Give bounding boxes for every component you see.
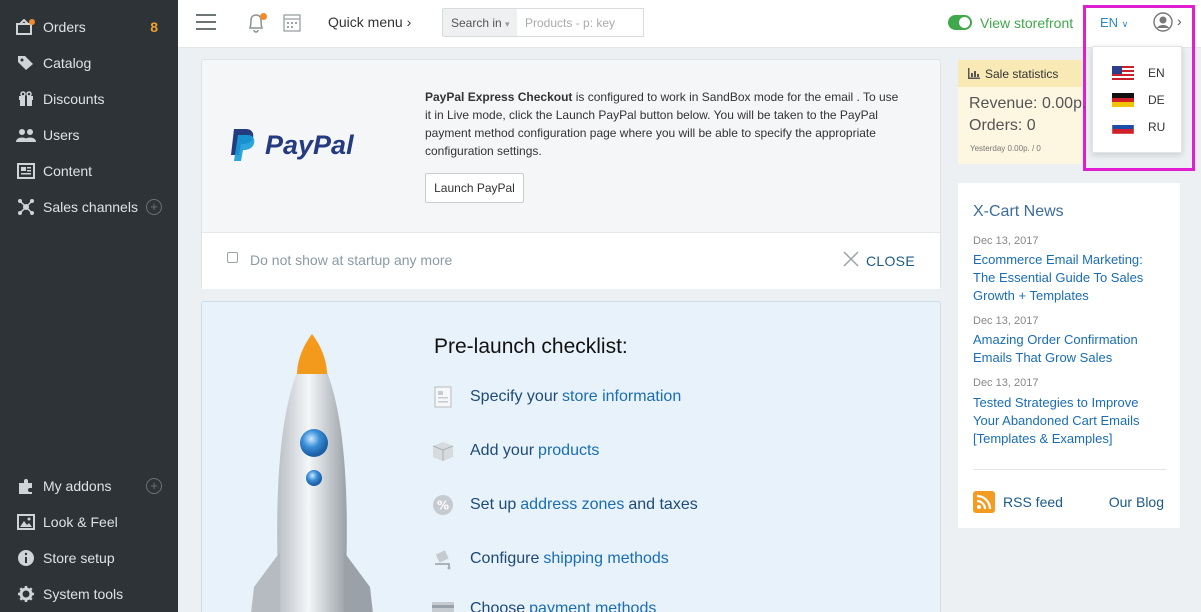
view-storefront-link[interactable]: View storefront xyxy=(980,15,1073,31)
news-title: X-Cart News xyxy=(973,203,1064,220)
sidebar-item-orders[interactable]: Orders 8 xyxy=(0,9,178,45)
us-flag-icon xyxy=(1112,66,1134,80)
search-in-select[interactable]: Search in ▾ xyxy=(442,8,518,37)
gift-icon xyxy=(16,91,36,107)
paypal-footer: Do not show at startup any more CLOSE xyxy=(202,232,940,289)
checklist-item-payment[interactable]: Choose payment methods xyxy=(430,597,660,612)
share-icon xyxy=(16,199,36,215)
sidebar-item-store-setup[interactable]: Store setup xyxy=(0,540,178,576)
checklist-item-shipping[interactable]: Configure shipping methods xyxy=(430,547,673,571)
sidebar-item-label: Catalog xyxy=(43,55,92,71)
language-option-en[interactable]: EN xyxy=(1093,61,1183,85)
sidebar-item-discounts[interactable]: Discounts xyxy=(0,81,178,117)
sidebar-item-label: Content xyxy=(43,163,93,179)
add-addon-button[interactable]: + xyxy=(146,478,162,494)
percent-icon: % xyxy=(430,494,456,516)
sidebar-item-label: Users xyxy=(43,127,80,143)
calendar-icon[interactable] xyxy=(283,13,301,32)
storefront-toggle[interactable] xyxy=(948,15,972,30)
checklist-title: Pre-launch checklist: xyxy=(434,335,628,358)
language-dropdown: EN DE RU xyxy=(1092,46,1182,153)
rocket-illustration xyxy=(251,334,373,612)
top-bar: Quick menu › Search in ▾ Products - p: k… xyxy=(178,0,1201,48)
users-icon xyxy=(16,127,36,143)
orders-icon xyxy=(16,19,36,35)
hamburger-menu-icon[interactable] xyxy=(196,14,216,30)
notifications-bell-icon[interactable] xyxy=(246,12,267,34)
info-icon xyxy=(16,550,36,566)
launch-paypal-button[interactable]: Launch PayPal xyxy=(425,173,524,203)
sidebar-item-label: Sales channels xyxy=(43,199,138,215)
news-link[interactable]: Amazing Order Confirmation Emails That G… xyxy=(973,331,1163,367)
news-date: Dec 13, 2017 xyxy=(973,235,1039,247)
search-input[interactable]: Products - p: key xyxy=(517,8,644,37)
svg-text:%: % xyxy=(437,499,449,513)
sidebar-item-label: Orders xyxy=(43,19,86,35)
yesterday-summary: Yesterday 0.00p. / 0 xyxy=(970,144,1041,153)
puzzle-icon xyxy=(16,478,36,494)
card-icon xyxy=(430,598,456,612)
checklist-item-zones-taxes[interactable]: % Set up address zones and taxes xyxy=(430,493,698,517)
ru-flag-icon xyxy=(1112,120,1134,134)
content-icon xyxy=(16,163,36,179)
paypal-panel: PayPal PayPal Express Checkout is config… xyxy=(201,59,941,289)
sidebar-item-system-tools[interactable]: System tools xyxy=(0,576,178,612)
sidebar-item-look-feel[interactable]: Look & Feel xyxy=(0,504,178,540)
divider xyxy=(973,469,1166,470)
orders-count-badge: 8 xyxy=(150,19,158,35)
gear-icon xyxy=(16,586,36,602)
revenue-value: Revenue: 0.00p. xyxy=(969,95,1087,112)
news-date: Dec 13, 2017 xyxy=(973,315,1039,327)
paypal-logo: PayPal xyxy=(228,128,354,162)
our-blog-link[interactable]: Our Blog xyxy=(1109,494,1164,510)
news-date: Dec 13, 2017 xyxy=(973,377,1039,389)
paypal-description: PayPal Express Checkout is configured to… xyxy=(425,90,899,158)
checklist-item-products[interactable]: Add your products xyxy=(430,439,603,463)
caret-down-icon: ▾ xyxy=(505,19,510,29)
news-link[interactable]: Ecommerce Email Marketing: The Essential… xyxy=(973,251,1163,305)
sidebar-item-label: My addons xyxy=(43,478,112,494)
paypal-p-icon xyxy=(231,129,255,161)
language-option-de[interactable]: DE xyxy=(1093,88,1183,112)
sidebar-item-users[interactable]: Users xyxy=(0,117,178,153)
orders-value: Orders: 0 xyxy=(969,117,1036,134)
rss-feed-link[interactable]: RSS feed xyxy=(1003,494,1063,510)
bar-chart-icon xyxy=(968,68,980,79)
sidebar-item-catalog[interactable]: Catalog xyxy=(0,45,178,81)
sidebar-item-sales-channels[interactable]: Sales channels + xyxy=(0,189,178,225)
close-icon[interactable] xyxy=(842,250,860,268)
shipping-icon xyxy=(430,548,456,570)
sidebar-item-label: System tools xyxy=(43,586,124,602)
sale-statistics: Sale statistics Revenue: 0.00p. Orders: … xyxy=(958,60,1086,164)
close-button[interactable]: CLOSE xyxy=(866,253,915,269)
rss-icon[interactable] xyxy=(973,491,995,513)
de-flag-icon xyxy=(1112,93,1134,107)
image-icon xyxy=(16,514,36,530)
language-option-ru[interactable]: RU xyxy=(1093,115,1183,139)
quick-menu-button[interactable]: Quick menu › xyxy=(328,14,411,30)
sidebar-item-label: Look & Feel xyxy=(43,514,118,530)
sidebar: Orders 8 Catalog Discounts Users Content… xyxy=(0,0,178,612)
sidebar-item-content[interactable]: Content xyxy=(0,153,178,189)
news-panel: X-Cart News Dec 13, 2017 Ecommerce Email… xyxy=(958,183,1180,528)
add-sales-channel-button[interactable]: + xyxy=(146,199,162,215)
dont-show-checkbox[interactable] xyxy=(227,252,238,263)
box-icon xyxy=(430,440,456,462)
document-icon xyxy=(430,386,456,408)
sidebar-item-my-addons[interactable]: My addons + xyxy=(0,468,178,504)
news-link[interactable]: Tested Strategies to Improve Your Abando… xyxy=(973,394,1163,448)
stats-header: Sale statistics xyxy=(958,60,1082,87)
checklist-item-store-info[interactable]: Specify your store information xyxy=(430,385,685,409)
chevron-right-icon: › xyxy=(406,14,412,30)
tag-icon xyxy=(16,55,36,71)
dont-show-label: Do not show at startup any more xyxy=(250,252,453,268)
checklist-panel: Pre-launch checklist: Specify your store … xyxy=(201,301,941,612)
sidebar-item-label: Store setup xyxy=(43,550,115,566)
sidebar-item-label: Discounts xyxy=(43,91,105,107)
